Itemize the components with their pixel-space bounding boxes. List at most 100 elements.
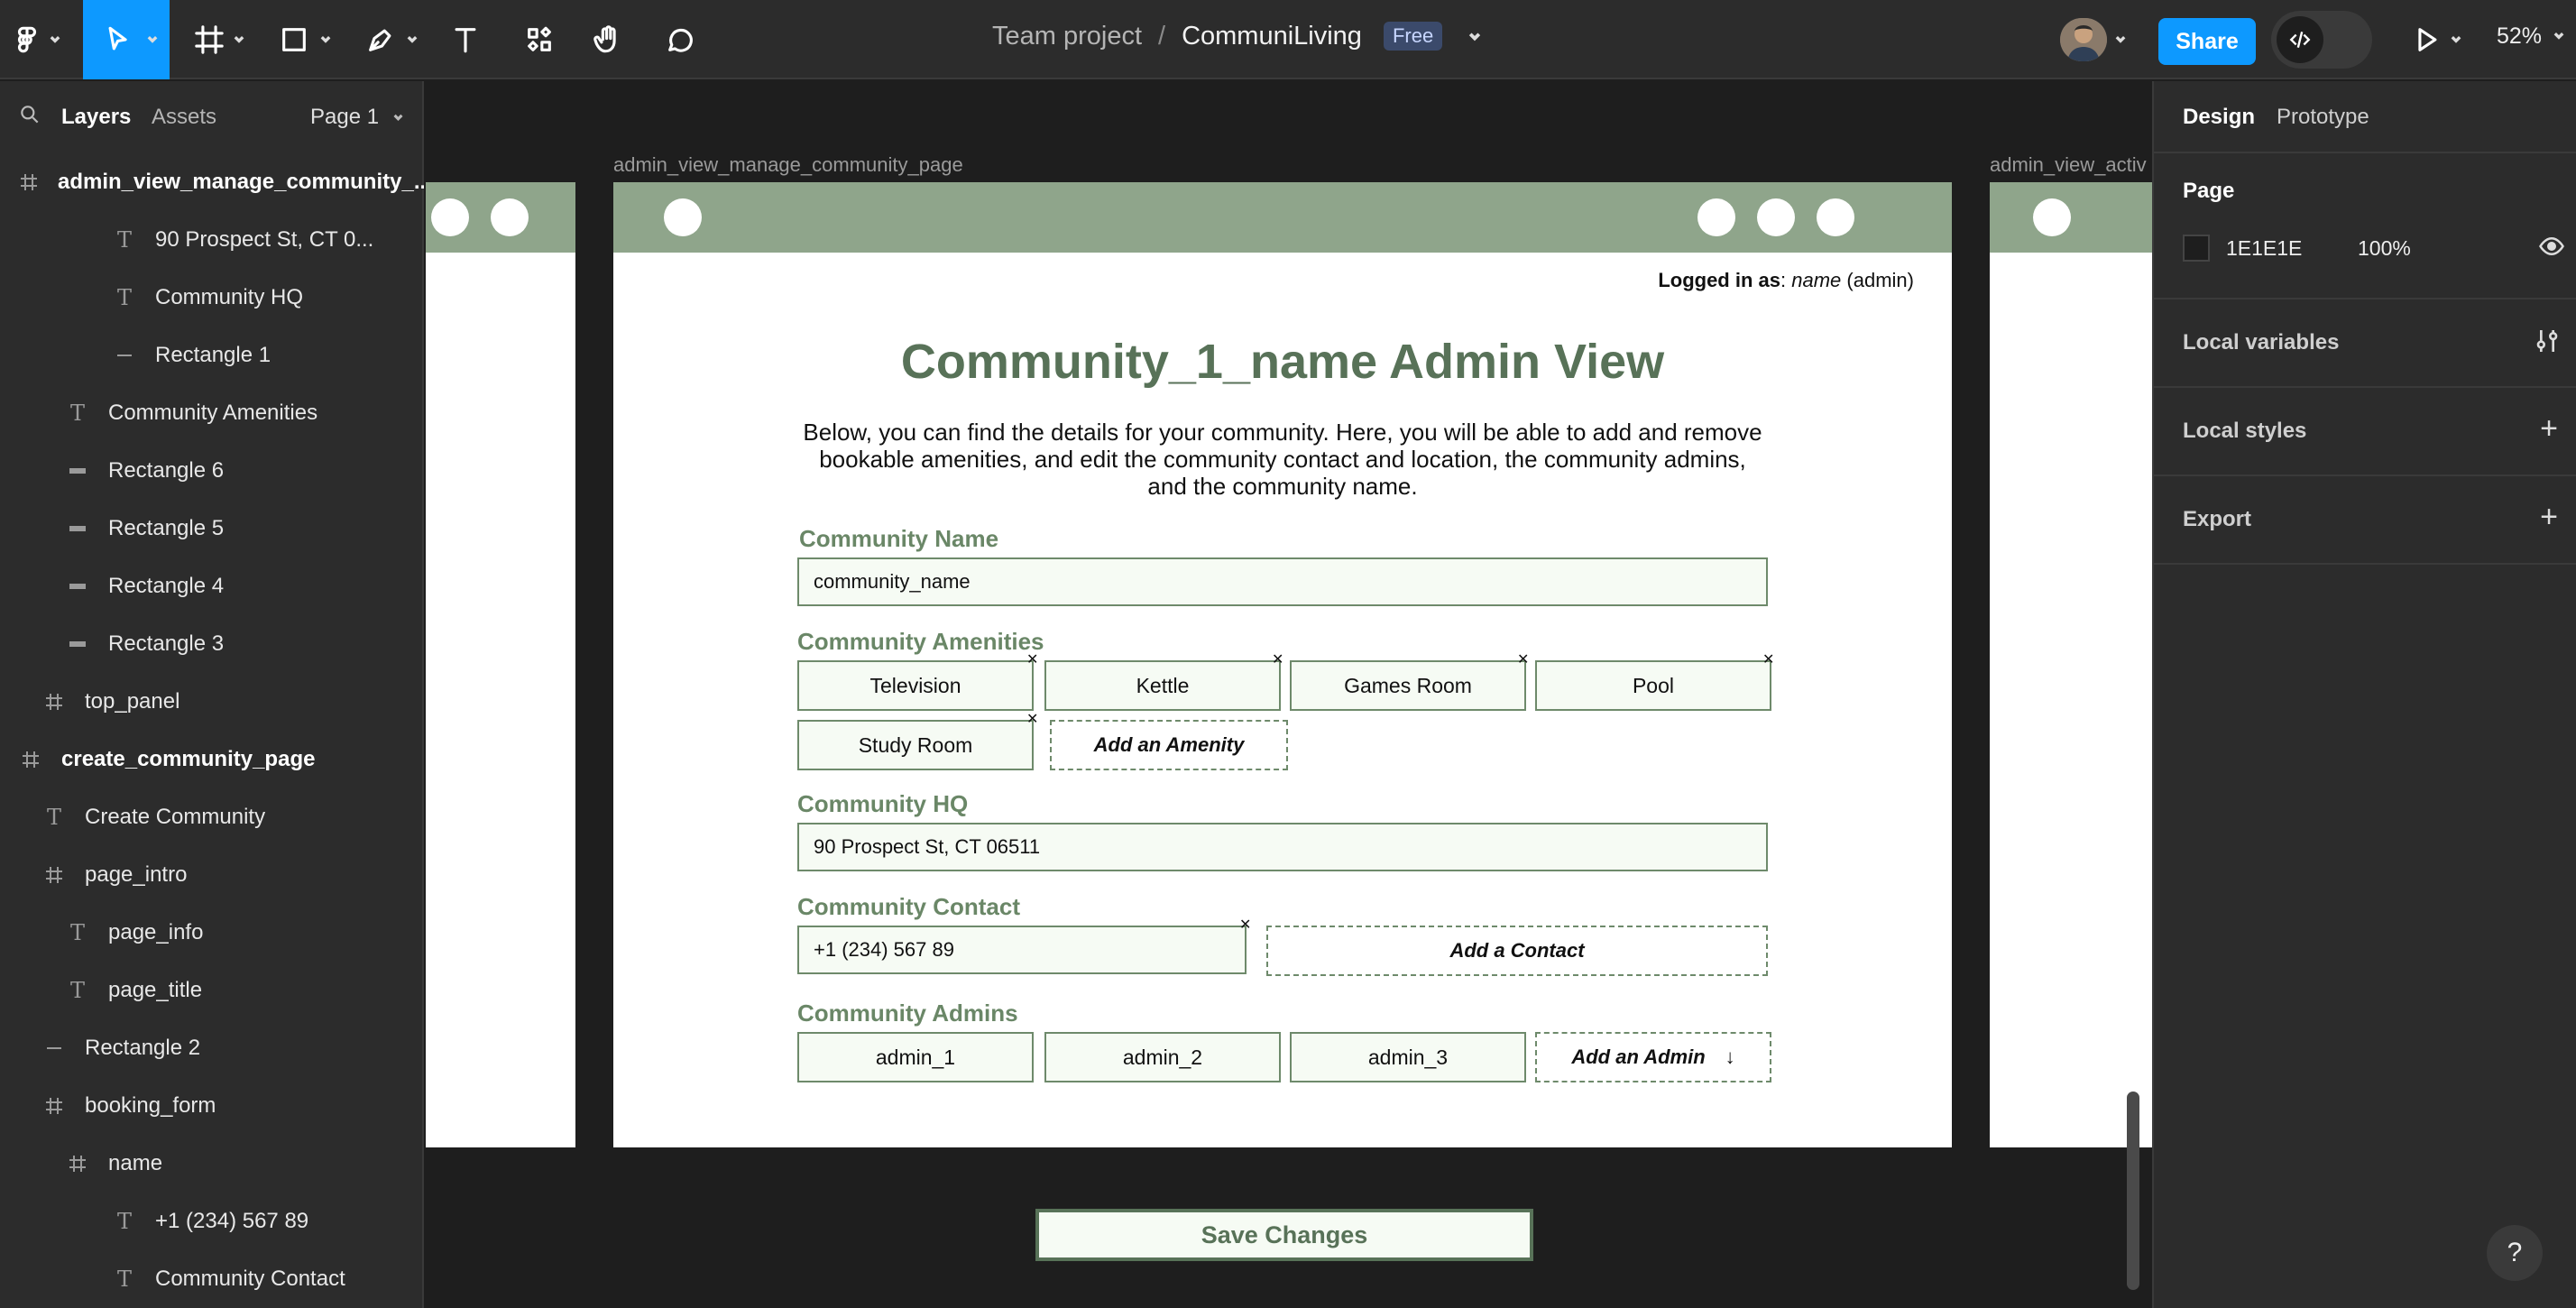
main-menu-figma-icon[interactable]	[9, 0, 45, 79]
layer-label: Community Amenities	[108, 401, 318, 425]
layer-row[interactable]: admin_view_manage_community_...	[0, 153, 424, 211]
layer-row[interactable]: page_intro	[0, 846, 424, 904]
move-cursor-icon[interactable]	[101, 0, 137, 79]
text-layer-icon: T	[116, 1209, 132, 1234]
add-admin-label: Add an Admin	[1571, 1045, 1706, 1068]
frame-tool-icon[interactable]	[191, 0, 227, 79]
layer-row[interactable]: top_panel	[0, 673, 424, 731]
remove-icon[interactable]: ✕	[1239, 918, 1251, 933]
comment-tool-icon[interactable]	[662, 0, 698, 79]
layer-row[interactable]: T Community HQ	[0, 269, 424, 327]
remove-icon[interactable]: ✕	[1272, 653, 1283, 668]
add-contact-button[interactable]: Add a Contact	[1266, 926, 1768, 976]
present-play-icon[interactable]	[2408, 0, 2444, 79]
amenity-chip[interactable]: Kettle	[1044, 660, 1281, 711]
layer-row[interactable]: Tpage_info	[0, 904, 424, 962]
chevron-down-icon[interactable]	[1467, 22, 1482, 51]
layer-label: page_intro	[85, 862, 188, 887]
community-hq-field[interactable]: 90 Prospect St, CT 06511	[797, 823, 1768, 871]
hand-tool-icon[interactable]	[590, 0, 626, 79]
local-styles-label: Local styles	[2183, 419, 2307, 443]
layer-row[interactable]: Rectangle 4	[0, 557, 424, 615]
community-name-field[interactable]: community_name	[797, 557, 1768, 606]
page-opacity-value[interactable]: 100%	[2358, 236, 2411, 261]
chevron-down-icon[interactable]	[319, 0, 332, 79]
admin-chip[interactable]: admin_3	[1290, 1032, 1526, 1082]
rectangle-tool-icon[interactable]	[276, 0, 312, 79]
pen-tool-icon[interactable]	[363, 0, 399, 79]
page-color-value[interactable]: 1E1E1E	[2226, 236, 2302, 261]
local-styles-section[interactable]: Local styles +	[2154, 388, 2576, 476]
amenity-chip[interactable]: Study Room	[797, 720, 1034, 770]
add-amenity-button[interactable]: Add an Amenity	[1050, 720, 1288, 770]
layer-row[interactable]: T +1 (234) 567 89	[0, 1193, 424, 1250]
page-intro: Below, you can find the details for your…	[803, 419, 1762, 500]
remove-icon[interactable]: ✕	[1026, 713, 1038, 727]
layer-row[interactable]: T Create Community	[0, 788, 424, 846]
local-variables-section[interactable]: Local variables	[2154, 299, 2576, 388]
chevron-down-icon[interactable]	[233, 0, 245, 79]
frame-partial-left[interactable]	[426, 182, 575, 1147]
community-contact-field[interactable]: +1 (234) 567 89	[797, 926, 1247, 974]
tab-design[interactable]: Design	[2183, 105, 2255, 130]
chevron-down-icon[interactable]	[2114, 0, 2127, 79]
layer-row[interactable]: name	[0, 1135, 424, 1193]
tab-prototype[interactable]: Prototype	[2277, 105, 2369, 130]
layer-row[interactable]: Rectangle 6	[0, 442, 424, 500]
chevron-down-icon[interactable]	[406, 0, 419, 79]
layer-row[interactable]: booking_form	[0, 1077, 424, 1135]
layer-row[interactable]: Rectangle 3	[0, 615, 424, 673]
layer-row[interactable]: Rectangle 5	[0, 500, 424, 557]
layer-row[interactable]: T 90 Prospect St, CT 0...	[0, 211, 424, 269]
text-layer-icon: T	[69, 920, 85, 945]
project-name[interactable]: CommuniLiving	[1182, 22, 1362, 51]
save-changes-button[interactable]: Save Changes	[1035, 1209, 1533, 1261]
admin-chip[interactable]: admin_2	[1044, 1032, 1281, 1082]
export-section[interactable]: Export +	[2154, 476, 2576, 565]
canvas-scrollbar[interactable]	[2127, 1092, 2139, 1290]
layer-label: top_panel	[85, 689, 180, 714]
frame-partial-right[interactable]	[1990, 182, 2152, 1147]
team-name[interactable]: Team project	[992, 22, 1142, 51]
components-tool-icon[interactable]	[521, 0, 557, 79]
arrow-down-icon: ↓	[1725, 1045, 1735, 1068]
frame-label-main[interactable]: admin_view_manage_community_page	[613, 153, 963, 177]
layer-row[interactable]: Rectangle 1	[0, 327, 424, 384]
variables-settings-icon[interactable]	[2533, 327, 2562, 360]
search-icon[interactable]	[18, 103, 41, 133]
plan-badge: Free	[1383, 22, 1443, 51]
share-button[interactable]: Share	[2158, 18, 2256, 65]
remove-icon[interactable]: ✕	[1517, 653, 1529, 668]
amenity-chip[interactable]: Pool	[1535, 660, 1771, 711]
page-selector[interactable]: Page 1	[310, 105, 404, 130]
layer-row[interactable]: create_community_page	[0, 731, 424, 788]
avatar[interactable]	[2060, 18, 2107, 61]
remove-icon[interactable]: ✕	[1026, 653, 1038, 668]
tab-layers[interactable]: Layers	[61, 105, 131, 130]
tab-assets[interactable]: Assets	[152, 105, 216, 130]
zoom-dropdown[interactable]: 52%	[2497, 0, 2565, 72]
layer-label: name	[108, 1151, 163, 1175]
layer-row[interactable]: Tpage_title	[0, 962, 424, 1019]
help-button[interactable]: ?	[2487, 1225, 2543, 1281]
chevron-down-icon[interactable]	[49, 0, 61, 79]
add-admin-button[interactable]: Add an Admin ↓	[1535, 1032, 1771, 1082]
text-tool-icon[interactable]	[447, 0, 483, 79]
page-color-swatch[interactable]	[2183, 235, 2210, 262]
amenity-chip[interactable]: Television	[797, 660, 1034, 711]
admin-chip[interactable]: admin_1	[797, 1032, 1034, 1082]
frame-label-right[interactable]: admin_view_activ	[1990, 153, 2152, 177]
amenity-chip[interactable]: Games Room	[1290, 660, 1526, 711]
remove-icon[interactable]: ✕	[1762, 653, 1774, 668]
layer-row[interactable]: T Community Contact	[0, 1250, 424, 1308]
eye-icon[interactable]	[2538, 233, 2565, 264]
dev-mode-toggle[interactable]	[2271, 11, 2372, 69]
layer-row[interactable]: Rectangle 2	[0, 1019, 424, 1077]
admin-manage-community-frame[interactable]: Logged in as: name (admin) Community_1_n…	[613, 182, 1952, 1261]
chevron-down-icon[interactable]	[146, 0, 159, 79]
layer-row[interactable]: T Community Amenities	[0, 384, 424, 442]
add-style-plus-icon[interactable]: +	[2540, 411, 2558, 447]
add-export-plus-icon[interactable]: +	[2540, 500, 2558, 535]
chevron-down-icon[interactable]	[2450, 0, 2462, 79]
canvas[interactable]: admin_view_manage_community_page Logged …	[426, 81, 2152, 1308]
